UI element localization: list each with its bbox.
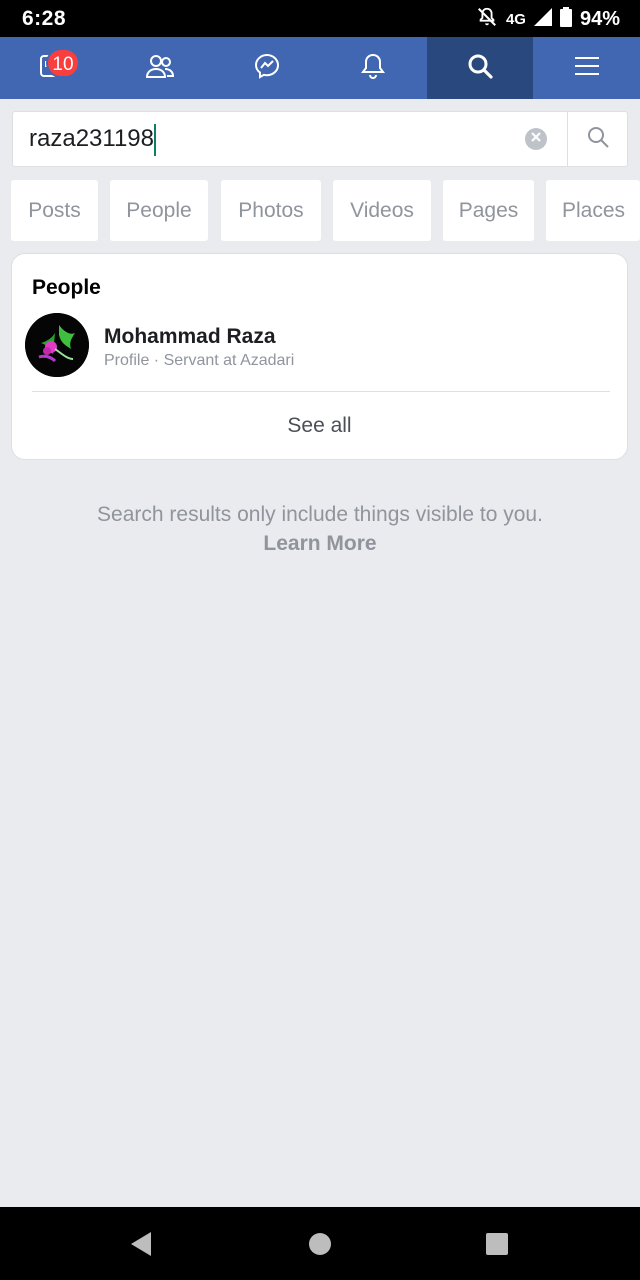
clear-search-button[interactable]	[525, 128, 547, 150]
notifications-off-icon	[476, 6, 498, 33]
signal-icon	[533, 7, 552, 31]
notification-badge: 10	[46, 48, 80, 78]
search-input-wrap	[13, 112, 567, 166]
nav-friends[interactable]	[107, 37, 214, 99]
learn-more-link[interactable]: Learn More	[0, 529, 640, 558]
search-filters: Posts People Photos Videos Pages Places	[11, 180, 640, 241]
messenger-icon	[253, 52, 281, 85]
battery-icon	[559, 6, 572, 32]
bell-icon	[360, 52, 386, 85]
nav-search[interactable]	[426, 37, 534, 99]
clear-icon	[530, 130, 542, 148]
people-results-card: People Mohammad Raza Profile · Servant a…	[11, 253, 628, 460]
search-visibility-note: Search results only include things visib…	[0, 500, 640, 558]
search-bar	[12, 111, 628, 167]
section-title: People	[32, 276, 101, 299]
recents-icon[interactable]	[484, 1231, 510, 1257]
network-type: 4G	[505, 10, 526, 28]
result-subtitle: Profile · Servant at Azadari	[104, 352, 295, 369]
filter-photos[interactable]: Photos	[221, 180, 321, 241]
filter-pages[interactable]: Pages	[443, 180, 534, 241]
search-icon	[466, 52, 494, 85]
filter-places[interactable]: Places	[546, 180, 640, 241]
top-nav: 10	[0, 37, 640, 99]
visibility-note-text: Search results only include things visib…	[97, 503, 543, 526]
filter-videos[interactable]: Videos	[333, 180, 431, 241]
status-bar: 6:28 4G 94%	[0, 0, 640, 37]
filter-people[interactable]: People	[110, 180, 208, 241]
friends-icon	[145, 53, 175, 84]
filter-posts[interactable]: Posts	[11, 180, 98, 241]
hamburger-menu-icon	[574, 55, 600, 82]
nav-menu[interactable]	[533, 37, 640, 99]
nav-news-feed[interactable]: 10	[0, 37, 107, 99]
search-icon	[586, 125, 610, 154]
search-submit-button[interactable]	[567, 112, 627, 166]
nav-messenger[interactable]	[213, 37, 320, 99]
status-time: 6:28	[22, 7, 67, 30]
see-all-button[interactable]: See all	[12, 392, 627, 460]
avatar[interactable]	[25, 313, 89, 377]
status-icons: 4G 94%	[476, 6, 620, 32]
battery-percent: 94%	[579, 7, 620, 30]
result-name[interactable]: Mohammad Raza	[104, 325, 276, 349]
search-input[interactable]	[13, 112, 567, 166]
back-icon[interactable]	[128, 1231, 154, 1257]
home-icon[interactable]	[307, 1231, 333, 1257]
nav-notifications[interactable]	[320, 37, 427, 99]
android-nav-bar	[0, 1207, 640, 1280]
text-cursor	[154, 124, 156, 156]
